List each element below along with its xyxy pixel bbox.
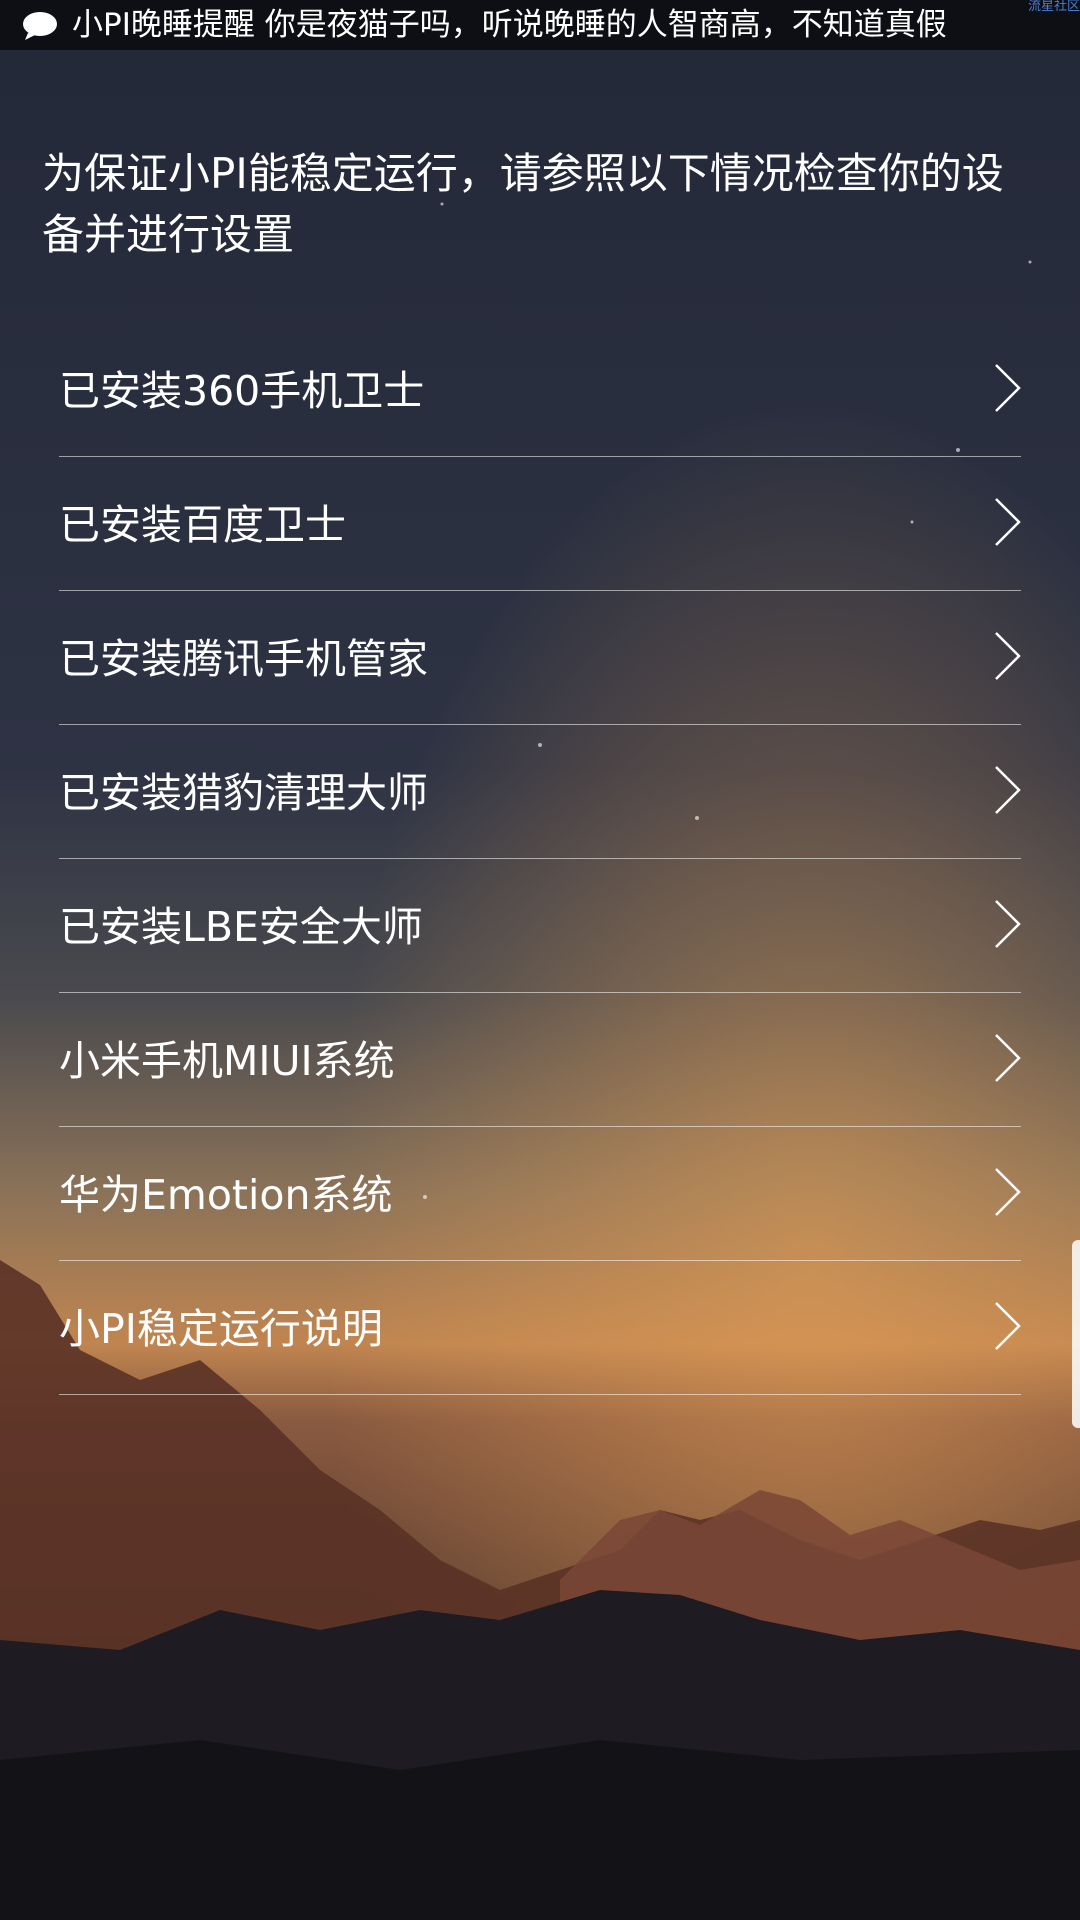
- intro-description: 为保证小PI能稳定运行，请参照以下情况检查你的设备并进行设置: [42, 149, 1004, 259]
- edge-scroll-handle[interactable]: [1072, 1240, 1080, 1428]
- chevron-right-icon: [995, 364, 1021, 412]
- menu-item-miui[interactable]: 小米手机MIUI系统: [59, 993, 1021, 1127]
- menu-item-label: 已安装LBE安全大师: [59, 903, 423, 951]
- notification-bar[interactable]: 小PI晚睡提醒 你是夜猫子吗，听说晚睡的人智商高，不知道真假: [0, 0, 1080, 50]
- chevron-right-icon: [995, 766, 1021, 814]
- menu-item-lbe-security[interactable]: 已安装LBE安全大师: [59, 859, 1021, 993]
- menu-item-label: 已安装百度卫士: [59, 501, 346, 549]
- chat-bubble-icon: [23, 12, 57, 40]
- menu-item-label: 已安装腾讯手机管家: [59, 635, 428, 683]
- menu-item-label: 华为Emotion系统: [59, 1171, 393, 1219]
- chevron-right-icon: [995, 1034, 1021, 1082]
- chevron-right-icon: [995, 900, 1021, 948]
- menu-item-label: 小PI稳定运行说明: [59, 1305, 383, 1353]
- watermark: 流星社区: [1027, 0, 1080, 14]
- device-check-menu: 已安装360手机卫士 已安装百度卫士 已安装腾讯手机管家 已安装猎豹清理大师 已…: [59, 323, 1021, 1395]
- menu-item-label: 已安装360手机卫士: [59, 367, 425, 415]
- menu-item-stability-guide[interactable]: 小PI稳定运行说明: [59, 1261, 1021, 1395]
- menu-item-label: 已安装猎豹清理大师: [59, 769, 428, 817]
- menu-item-tencent-manager[interactable]: 已安装腾讯手机管家: [59, 591, 1021, 725]
- chevron-right-icon: [995, 1302, 1021, 1350]
- menu-item-huawei-emotion[interactable]: 华为Emotion系统: [59, 1127, 1021, 1261]
- chevron-right-icon: [995, 498, 1021, 546]
- menu-item-baidu-guard[interactable]: 已安装百度卫士: [59, 457, 1021, 591]
- notification-text: 小PI晚睡提醒 你是夜猫子吗，听说晚睡的人智商高，不知道真假: [72, 7, 947, 43]
- menu-item-360-security[interactable]: 已安装360手机卫士: [59, 323, 1021, 457]
- menu-item-label: 小米手机MIUI系统: [59, 1037, 395, 1085]
- menu-item-cheetah-cleaner[interactable]: 已安装猎豹清理大师: [59, 725, 1021, 859]
- chevron-right-icon: [995, 1168, 1021, 1216]
- chevron-right-icon: [995, 632, 1021, 680]
